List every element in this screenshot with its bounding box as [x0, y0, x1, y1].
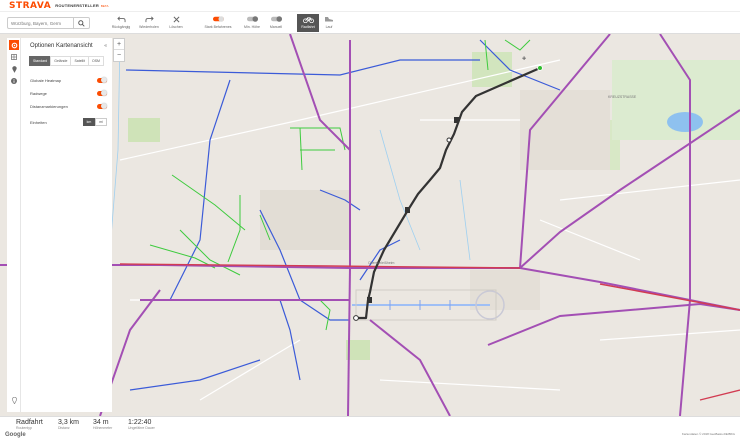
route-stats-bar: Radfahrt Routentyp 3,3 km Distanz 34 m H… — [0, 416, 740, 440]
grid-icon — [11, 54, 17, 60]
distance-marker — [405, 207, 410, 213]
search-button[interactable] — [73, 18, 89, 28]
stat-label: Ungefähre Dauer — [128, 426, 155, 430]
route-end-marker[interactable] — [353, 315, 359, 321]
option-label: Globale Heatmap — [30, 77, 62, 83]
location-pin-icon — [11, 396, 17, 404]
stat-elevation: 34 m Höhenmeter — [93, 419, 112, 430]
map-attribution[interactable]: Kartendaten © 2018 GeoBasis-DE/BKG — [682, 432, 735, 436]
stat-value: 1:22:40 — [128, 419, 152, 426]
toggle-on-icon — [212, 16, 224, 22]
min-elevation-label: Min. Höhe — [244, 25, 260, 29]
stat-route-type: Radfahrt Routentyp — [16, 419, 43, 430]
zoom-in-button[interactable]: + — [114, 39, 124, 50]
panel-title: Optionen Kartenansicht — [30, 43, 93, 49]
option-label: Radwege — [30, 90, 47, 96]
zoom-out-button[interactable]: − — [114, 50, 124, 61]
toggle-off-icon — [246, 16, 258, 22]
cycleways-toggle[interactable] — [97, 90, 107, 96]
option-cycleways: Radwege — [30, 89, 107, 97]
shoe-icon — [325, 17, 333, 22]
search-box — [7, 17, 90, 29]
lake — [667, 112, 703, 132]
place-label: Oberschleißheim — [368, 261, 395, 265]
map-pin-icon: ✚ — [522, 56, 526, 62]
undo-icon — [116, 16, 125, 23]
min-elevation-toggle[interactable]: Min. Höhe — [240, 14, 264, 32]
stat-distance: 3,3 km Distanz — [58, 419, 79, 430]
redo-icon — [145, 16, 154, 23]
stat-label: Distanz — [58, 426, 70, 430]
close-icon — [173, 16, 179, 22]
unit-km[interactable]: km — [82, 118, 96, 126]
zoom-control: + − — [113, 38, 125, 62]
distance-markers-toggle[interactable] — [97, 103, 107, 109]
strava-logo[interactable]: STRAVA — [9, 1, 51, 11]
map-type-tabs: Standard Gelände Satellit OSM — [29, 56, 104, 66]
option-label: Distanzmarkierungen — [30, 103, 68, 109]
park-area — [128, 118, 160, 142]
route-start-marker[interactable] — [537, 65, 543, 71]
clear-button[interactable]: Löschen — [166, 14, 186, 32]
built-up-area — [260, 190, 350, 250]
info-icon — [11, 78, 17, 84]
unit-mi[interactable]: mi — [95, 118, 107, 126]
info-tab[interactable] — [9, 76, 19, 86]
layers-tab[interactable] — [9, 52, 19, 62]
run-mode-button[interactable]: Lauf — [320, 14, 338, 32]
search-icon — [78, 19, 85, 27]
undo-label: Rückgängig — [111, 25, 131, 29]
locate-me-button[interactable] — [9, 395, 19, 405]
tab-terrain[interactable]: Gelände — [50, 56, 72, 66]
beta-badge: BETA — [100, 3, 109, 8]
manual-mode-toggle[interactable]: Manuell — [266, 14, 286, 32]
side-rail — [7, 38, 21, 412]
ride-mode-label: Radfahrt — [301, 25, 315, 29]
stat-label: Höhenmeter — [93, 426, 113, 430]
tab-standard[interactable]: Standard — [29, 56, 52, 66]
tab-satellite[interactable]: Satellit — [70, 56, 89, 66]
ride-mode-button[interactable]: Radfahrt — [297, 14, 319, 32]
toggle-off-icon — [270, 16, 282, 22]
units-toggle: km mi — [82, 118, 107, 126]
option-global-heatmap: Globale Heatmap — [30, 76, 107, 84]
place-label: KREUZSTRASSE — [608, 95, 637, 99]
toolbar: Rückgängig Wiederholen Löschen Stark Bef… — [0, 12, 740, 34]
stat-label: Routentyp — [16, 426, 32, 430]
app-title: ROUTENERSTELLER — [55, 3, 99, 8]
clear-label: Löschen — [169, 25, 183, 29]
route-waypoint[interactable] — [446, 137, 452, 143]
run-mode-label: Lauf — [325, 25, 333, 29]
stat-value: 34 m — [93, 419, 109, 426]
gear-icon — [11, 42, 17, 48]
stat-value: 3,3 km — [58, 419, 80, 426]
undo-button[interactable]: Rückgängig — [110, 14, 132, 32]
google-logo: Google — [5, 432, 26, 438]
route-builder-app: STRAVA ROUTENERSTELLER BETA Rückgängig W… — [0, 0, 740, 440]
search-input[interactable] — [8, 20, 72, 26]
redo-button[interactable]: Wiederholen — [136, 14, 162, 32]
global-heatmap-toggle[interactable] — [97, 77, 107, 83]
units-label: Einheiten — [30, 119, 47, 125]
bicycle-icon — [302, 16, 314, 23]
chevron-left-icon[interactable]: « — [104, 43, 107, 49]
manual-mode-label: Manuell — [269, 25, 283, 29]
tab-osm[interactable]: OSM — [87, 56, 104, 66]
option-distance-markers: Distanzmarkierungen — [30, 102, 107, 110]
built-up-area — [520, 90, 610, 170]
map-options-panel: Optionen Kartenansicht « Standard Geländ… — [21, 38, 112, 412]
map-options-tab[interactable] — [9, 40, 19, 50]
location-tab[interactable] — [9, 64, 19, 74]
popular-routing-label: Stark Befahrenes — [204, 25, 232, 29]
redo-label: Wiederholen — [139, 25, 159, 29]
airfield — [352, 289, 505, 321]
stat-value: Radfahrt — [16, 419, 43, 426]
stat-duration: 1:22:40 Ungefähre Dauer — [128, 419, 155, 430]
distance-marker — [367, 297, 372, 303]
popular-routing-toggle[interactable]: Stark Befahrenes — [201, 14, 235, 32]
app-header: STRAVA ROUTENERSTELLER BETA — [0, 0, 740, 12]
distance-marker — [454, 117, 459, 123]
option-units: Einheiten km mi — [30, 118, 107, 126]
location-pin-icon — [11, 65, 17, 73]
